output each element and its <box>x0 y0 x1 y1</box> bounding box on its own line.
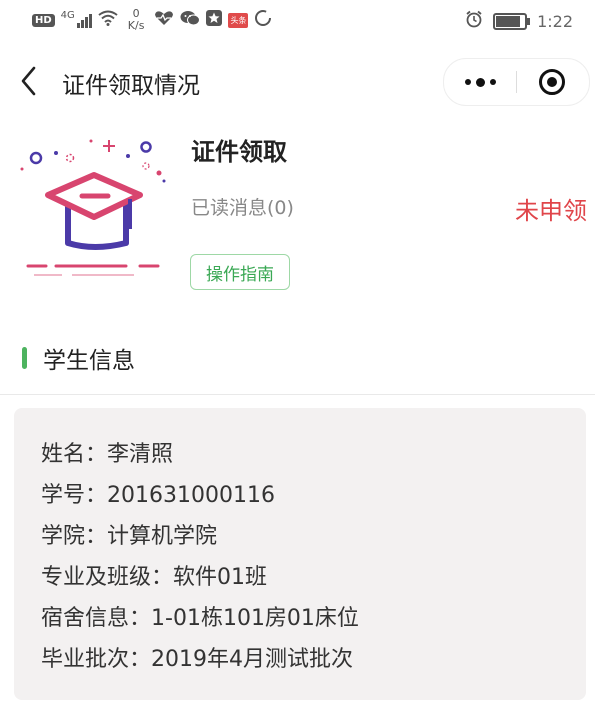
info-row-major-class: 专业及班级：软件01班 <box>41 559 267 591</box>
info-row-name: 姓名：李清照 <box>41 436 173 468</box>
loading-icon <box>254 9 272 31</box>
speed-unit: K/s <box>127 19 145 32</box>
info-label: 宿舍信息： <box>41 606 152 631</box>
info-row-dorm: 宿舍信息：1-01栋101房01床位 <box>41 600 359 632</box>
info-label: 学号： <box>41 483 108 508</box>
info-row-graduation-batch: 毕业批次：2019年4月测试批次 <box>41 641 353 673</box>
toutiao-icon: 头条 <box>228 12 249 28</box>
card-title: 证件领取 <box>191 138 287 166</box>
info-label: 毕业批次： <box>41 647 152 672</box>
info-value: 软件01班 <box>173 565 268 590</box>
info-value: 计算机学院 <box>107 524 218 549</box>
info-value: 1-01栋101房01床位 <box>151 606 359 631</box>
section-accent-bar <box>22 347 27 369</box>
status-left: HD 4G 0 K/s 头条 <box>32 8 272 32</box>
info-label: 学院： <box>41 524 108 549</box>
info-value: 201631000116 <box>107 483 275 508</box>
guide-button[interactable]: 操作指南 <box>190 254 290 290</box>
info-label: 专业及班级： <box>41 565 174 590</box>
back-button[interactable] <box>18 64 48 98</box>
more-dots-icon <box>464 77 496 87</box>
read-messages-count: 已读消息(0) <box>191 197 294 219</box>
student-info-panel: 姓名：李清照 学号：201631000116 学院：计算机学院 专业及班级：软件… <box>14 408 586 700</box>
more-button[interactable] <box>444 59 516 105</box>
heart-rate-icon <box>154 10 174 30</box>
section-title: 学生信息 <box>43 348 135 374</box>
target-close-icon <box>539 69 565 95</box>
battery-icon <box>493 12 531 30</box>
info-row-student-id: 学号：201631000116 <box>41 477 275 509</box>
clock-time: 1:22 <box>537 11 573 31</box>
divider <box>0 394 595 395</box>
info-value: 李清照 <box>107 442 174 467</box>
info-value: 2019年4月测试批次 <box>151 647 354 672</box>
hd-badge: HD <box>32 13 55 27</box>
wifi-icon <box>98 10 118 30</box>
back-arrow-icon <box>21 66 36 96</box>
status-bar: HD 4G 0 K/s 头条 1:22 <box>0 0 595 46</box>
close-button[interactable] <box>538 68 566 96</box>
page-title: 证件领取情况 <box>62 73 200 99</box>
signal-icon <box>76 12 92 28</box>
net-speed: 0 K/s <box>128 8 145 32</box>
status-badge: 未申领 <box>515 197 587 225</box>
network-type: 4G <box>60 9 75 21</box>
graduation-cap-icon <box>16 133 176 288</box>
status-right: 1:22 <box>465 10 573 32</box>
info-row-college: 学院：计算机学院 <box>41 518 217 550</box>
info-label: 姓名： <box>41 442 108 467</box>
mini-program-capsule <box>443 58 590 106</box>
capsule-divider <box>516 71 517 93</box>
alarm-icon <box>465 10 483 32</box>
wechat-icon <box>180 10 201 30</box>
star-app-icon <box>206 10 223 30</box>
nav-bar: 证件领取情况 <box>0 46 595 116</box>
